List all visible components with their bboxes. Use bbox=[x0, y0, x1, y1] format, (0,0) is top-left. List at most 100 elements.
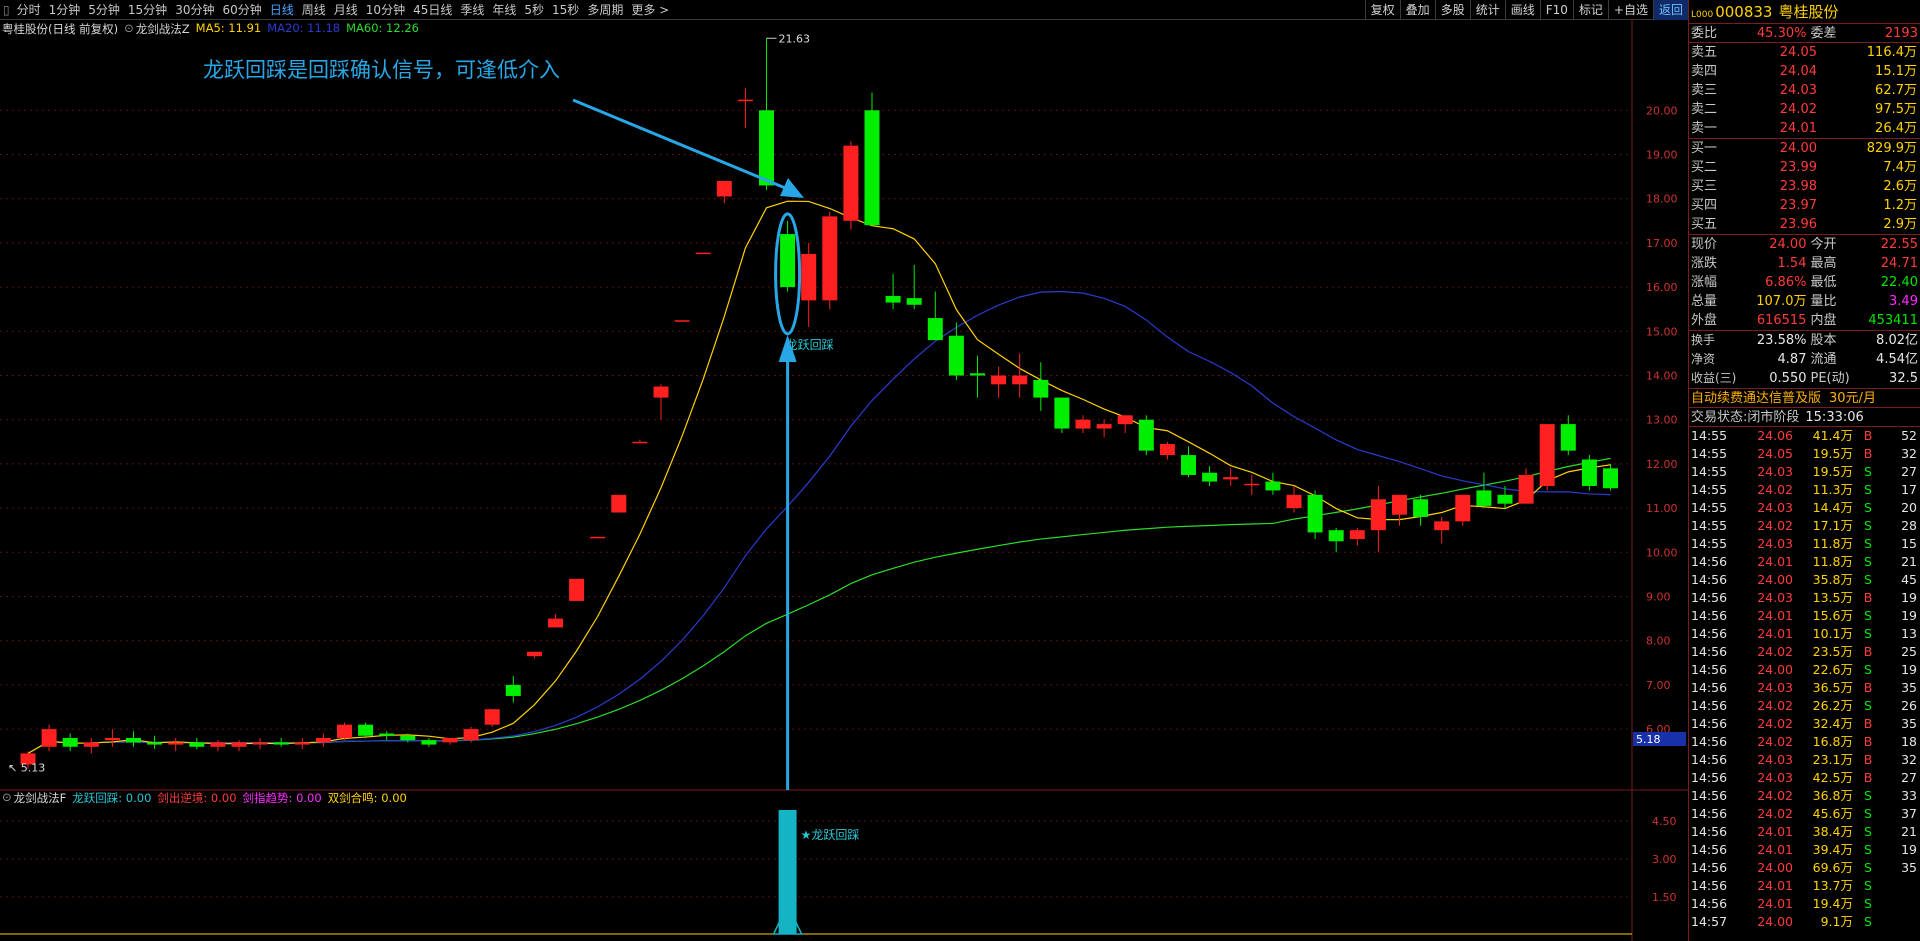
tick-price: 24.00 bbox=[1757, 914, 1793, 929]
tick-count: 19 bbox=[1901, 842, 1917, 857]
trade-status: 交易状态:闭市阶段 bbox=[1691, 410, 1800, 425]
period-tab-4[interactable]: 30分钟 bbox=[171, 1, 218, 18]
candle-body bbox=[147, 742, 163, 745]
buys-row[interactable]: 买五 23.96 2.9万 bbox=[1689, 215, 1920, 234]
period-tab-12[interactable]: 年线 bbox=[488, 1, 520, 18]
tick-count: 27 bbox=[1901, 770, 1917, 785]
tick-time: 14:56 bbox=[1691, 860, 1728, 875]
period-tab-6[interactable]: 日线 bbox=[266, 1, 298, 18]
period-tab-11[interactable]: 季线 bbox=[456, 1, 488, 18]
stat-label: 量比 bbox=[1810, 294, 1837, 309]
toolbar-button-2[interactable]: 多股 bbox=[1434, 0, 1470, 20]
tick-row: 14:56 24.01 38.4万 S 21 bbox=[1689, 823, 1920, 841]
sub-indicator-name[interactable]: 龙剑战法F bbox=[14, 790, 67, 806]
candle-body bbox=[1455, 494, 1471, 522]
period-tab-0[interactable]: 分时 bbox=[13, 1, 45, 18]
sells-label: 卖五 bbox=[1691, 45, 1718, 60]
period-tab-7[interactable]: 周线 bbox=[298, 1, 330, 18]
candle-body bbox=[41, 729, 57, 747]
share-label: 收益(三) bbox=[1691, 371, 1737, 385]
tick-time: 14:55 bbox=[1691, 446, 1728, 461]
buys-volume: 7.4万 bbox=[1883, 160, 1917, 175]
period-tab-13[interactable]: 5秒 bbox=[520, 1, 548, 18]
sells-row[interactable]: 卖三 24.03 62.7万 bbox=[1689, 81, 1920, 100]
tick-price: 24.03 bbox=[1757, 500, 1793, 515]
y-tick-label: 15.00 bbox=[1646, 325, 1678, 338]
tick-price: 24.03 bbox=[1757, 752, 1793, 767]
candle-body bbox=[759, 110, 774, 186]
tick-row: 14:56 24.02 23.5万 B 25 bbox=[1689, 643, 1920, 661]
tick-price: 24.02 bbox=[1757, 806, 1793, 821]
period-tab-8[interactable]: 月线 bbox=[330, 1, 362, 18]
candle-body bbox=[906, 298, 922, 305]
period-tab-1[interactable]: 1分钟 bbox=[45, 1, 85, 18]
period-tab-14[interactable]: 15秒 bbox=[548, 1, 583, 18]
tick-side: B bbox=[1863, 770, 1873, 785]
tick-side: S bbox=[1864, 500, 1872, 515]
candle-body bbox=[780, 234, 796, 288]
tick-side: S bbox=[1864, 788, 1872, 803]
tick-count: 15 bbox=[1901, 536, 1917, 551]
sells-row[interactable]: 卖一 24.01 26.4万 bbox=[1689, 119, 1920, 138]
toolbar-button-1[interactable]: 叠加 bbox=[1399, 0, 1435, 20]
tick-volume: 16.8万 bbox=[1812, 734, 1853, 749]
tick-time: 14:55 bbox=[1691, 536, 1728, 551]
tick-time: 14:56 bbox=[1691, 662, 1728, 677]
candle-body bbox=[1244, 483, 1260, 486]
period-tab-2[interactable]: 5分钟 bbox=[84, 1, 124, 18]
sub-legend-item-0: 龙跃回踩: 0.00 bbox=[72, 791, 152, 805]
buys-row[interactable]: 买四 23.97 1.2万 bbox=[1689, 196, 1920, 215]
sub-y-tick-label: 3.00 bbox=[1652, 853, 1677, 866]
tick-volume: 19.5万 bbox=[1812, 446, 1853, 461]
period-tab-3[interactable]: 15分钟 bbox=[124, 1, 171, 18]
sub-legend-item-1: 剑出逆境: 0.00 bbox=[157, 791, 237, 805]
share-value: 32.5 bbox=[1889, 371, 1918, 386]
sub-gear-icon[interactable]: ⊙ bbox=[2, 790, 12, 806]
buys-row[interactable]: 买二 23.99 7.4万 bbox=[1689, 158, 1920, 177]
buys-row[interactable]: 买三 23.98 2.6万 bbox=[1689, 177, 1920, 196]
candle-body bbox=[442, 737, 458, 743]
tick-time: 14:56 bbox=[1691, 680, 1728, 695]
sells-row[interactable]: 卖二 24.02 97.5万 bbox=[1689, 100, 1920, 119]
tick-side: B bbox=[1863, 752, 1873, 767]
sells-row[interactable]: 卖五 24.05 116.4万 bbox=[1689, 43, 1920, 62]
share-value: 0.550 bbox=[1769, 371, 1807, 386]
period-tab-9[interactable]: 10分钟 bbox=[362, 1, 409, 18]
annotation-arrow-head bbox=[780, 178, 804, 198]
candle-body bbox=[1117, 415, 1133, 425]
tick-time: 14:56 bbox=[1691, 824, 1728, 839]
tick-row: 14:56 24.01 11.8万 S 21 bbox=[1689, 553, 1920, 571]
tick-row: 14:56 24.02 45.6万 S 37 bbox=[1689, 805, 1920, 823]
tick-volume: 36.8万 bbox=[1812, 788, 1853, 803]
period-tab-5[interactable]: 60分钟 bbox=[218, 1, 265, 18]
period-tab-16[interactable]: 更多 > bbox=[627, 1, 673, 18]
toolbar-button-7[interactable]: +自选 bbox=[1607, 0, 1653, 20]
sells-row[interactable]: 卖四 24.04 15.1万 bbox=[1689, 62, 1920, 81]
toolbar-button-4[interactable]: 画线 bbox=[1504, 0, 1540, 20]
sells-label: 卖一 bbox=[1691, 121, 1718, 136]
period-tab-15[interactable]: 多周期 bbox=[583, 1, 627, 18]
toolbar-button-6[interactable]: 标记 bbox=[1572, 0, 1608, 20]
tick-row: 14:55 24.03 19.5万 S 27 bbox=[1689, 463, 1920, 481]
tick-side: S bbox=[1864, 518, 1872, 533]
toolbar-button-8[interactable]: 返回 bbox=[1652, 0, 1688, 20]
tick-count: 20 bbox=[1901, 500, 1917, 515]
candle-body bbox=[126, 737, 141, 743]
ad-price[interactable]: 30元/月 bbox=[1829, 389, 1876, 407]
tick-price: 24.02 bbox=[1757, 644, 1793, 659]
tick-count: 21 bbox=[1901, 554, 1917, 569]
tick-row: 14:56 24.03 36.5万 B 35 bbox=[1689, 679, 1920, 697]
tick-count: 13 bbox=[1901, 626, 1917, 641]
toolbar-button-5[interactable]: F10 bbox=[1539, 0, 1573, 20]
toolbar-button-0[interactable]: 复权 bbox=[1364, 0, 1400, 20]
toolbar-button-3[interactable]: 统计 bbox=[1469, 0, 1505, 20]
buys-label: 买三 bbox=[1691, 179, 1718, 194]
toolbar-menu-icon[interactable]: ▯ bbox=[0, 3, 13, 17]
ad-text[interactable]: 自动续费通达信普及版 bbox=[1691, 389, 1821, 407]
buys-row[interactable]: 买一 24.00 829.9万 bbox=[1689, 139, 1920, 158]
period-tab-10[interactable]: 45日线 bbox=[409, 1, 456, 18]
tick-list[interactable]: 14:55 24.06 41.4万 B 52 14:55 24.05 19.5万 B 32 14:5… bbox=[1689, 427, 1920, 931]
tick-volume: 36.5万 bbox=[1812, 680, 1853, 695]
tick-volume: 23.1万 bbox=[1812, 752, 1853, 767]
ad-banner[interactable]: 自动续费通达信普及版 30元/月 bbox=[1689, 389, 1920, 408]
